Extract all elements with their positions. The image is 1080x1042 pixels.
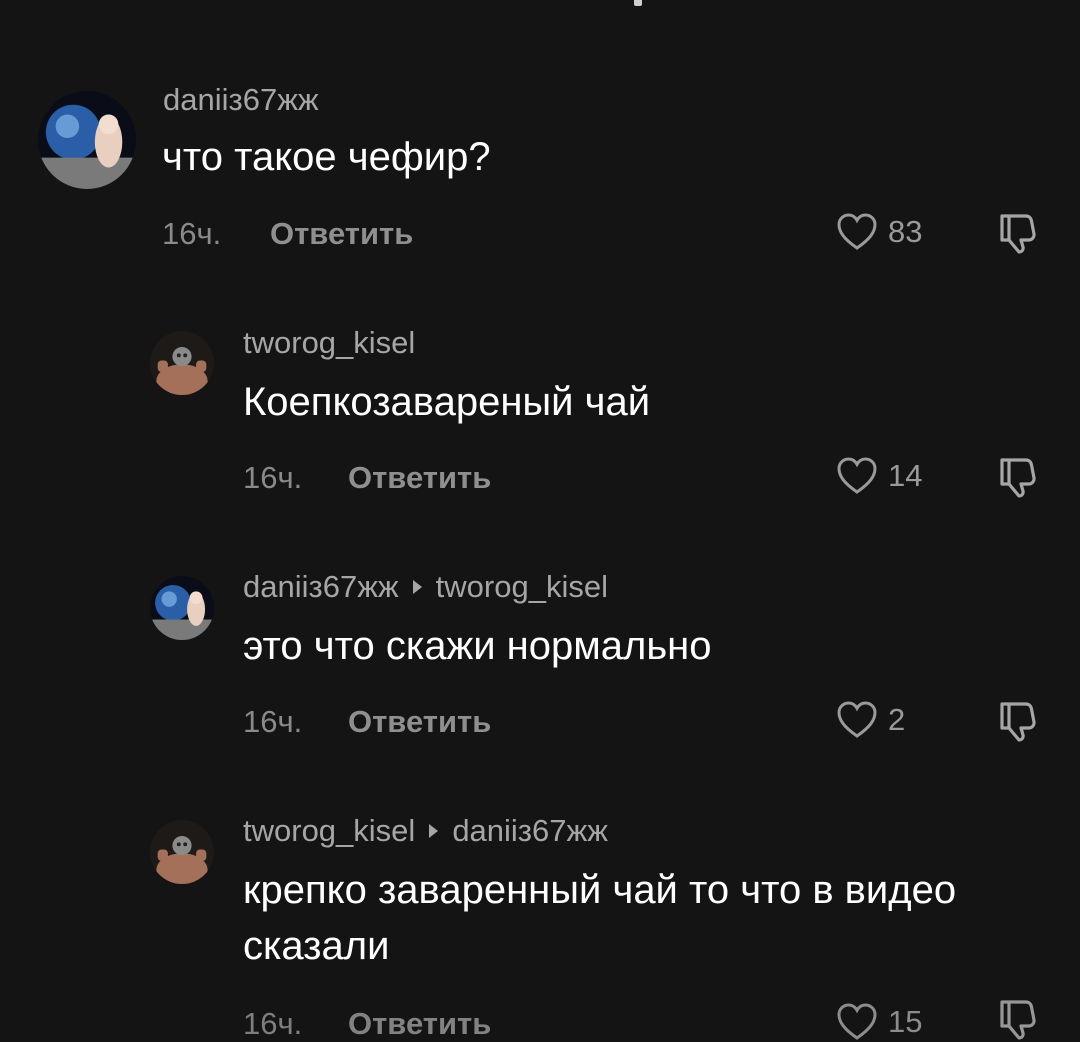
comment-timestamp: 16ч.	[243, 1006, 303, 1041]
comment-username[interactable]: daniiз67жж	[163, 82, 319, 118]
top-edge-fragment	[634, 0, 642, 6]
like-count: 83	[888, 214, 923, 249]
like-button[interactable]: 14	[836, 456, 922, 496]
like-count: 14	[888, 458, 923, 493]
thumbs-down-outline-icon	[1000, 214, 1036, 254]
reply-button[interactable]: Ответить	[348, 460, 491, 496]
caret-right-icon	[412, 580, 422, 594]
dislike-button[interactable]	[996, 454, 1042, 500]
dislike-button[interactable]	[996, 210, 1042, 256]
avatar-image-earth	[38, 91, 136, 189]
avatar[interactable]	[150, 576, 214, 640]
like-count: 15	[888, 1004, 923, 1039]
reply-button[interactable]: Ответить	[348, 704, 491, 740]
dislike-button[interactable]	[996, 698, 1042, 744]
caret-right-icon	[429, 824, 439, 838]
avatar-image-earth	[150, 576, 214, 640]
reply-button[interactable]: Ответить	[348, 1006, 491, 1042]
comment-text: что такое чефир?	[162, 135, 491, 179]
heart-outline-icon	[837, 213, 877, 250]
like-button[interactable]: 2	[836, 700, 905, 740]
comment-timestamp: 16ч.	[243, 704, 303, 739]
like-button[interactable]: 83	[836, 212, 922, 252]
comment-timestamp: 16ч.	[243, 460, 303, 495]
avatar-image-bodybuilder	[150, 820, 214, 884]
heart-outline-icon	[837, 701, 877, 738]
like-count: 2	[888, 702, 906, 737]
avatar[interactable]	[150, 820, 214, 884]
thumbs-down-outline-icon	[1000, 702, 1036, 742]
avatar[interactable]	[38, 91, 136, 189]
thumbs-down-outline-icon	[1000, 458, 1036, 498]
dislike-button[interactable]	[996, 996, 1042, 1042]
comment-username[interactable]: daniiз67жж tworog_kisel	[243, 569, 608, 605]
comment-text: Коепкозавареный чай	[243, 380, 651, 424]
reply-to-username[interactable]: tworog_kisel	[436, 569, 608, 605]
avatar-image-bodybuilder	[150, 331, 214, 395]
reply-to-username[interactable]: daniiз67жж	[452, 813, 608, 849]
comment-username[interactable]: tworog_kisel	[243, 325, 415, 361]
comment-timestamp: 16ч.	[162, 216, 222, 251]
thumbs-down-outline-icon	[1000, 1000, 1036, 1040]
heart-outline-icon	[837, 457, 877, 494]
heart-outline-icon	[837, 1003, 877, 1040]
comment-username[interactable]: tworog_kisel daniiз67жж	[243, 813, 608, 849]
like-button[interactable]: 15	[836, 1002, 922, 1042]
comment-text: крепко заваренный чай то что в видео ска…	[243, 868, 957, 968]
avatar[interactable]	[150, 331, 214, 395]
reply-button[interactable]: Ответить	[270, 216, 413, 252]
comment-text: это что скажи нормально	[243, 624, 712, 668]
